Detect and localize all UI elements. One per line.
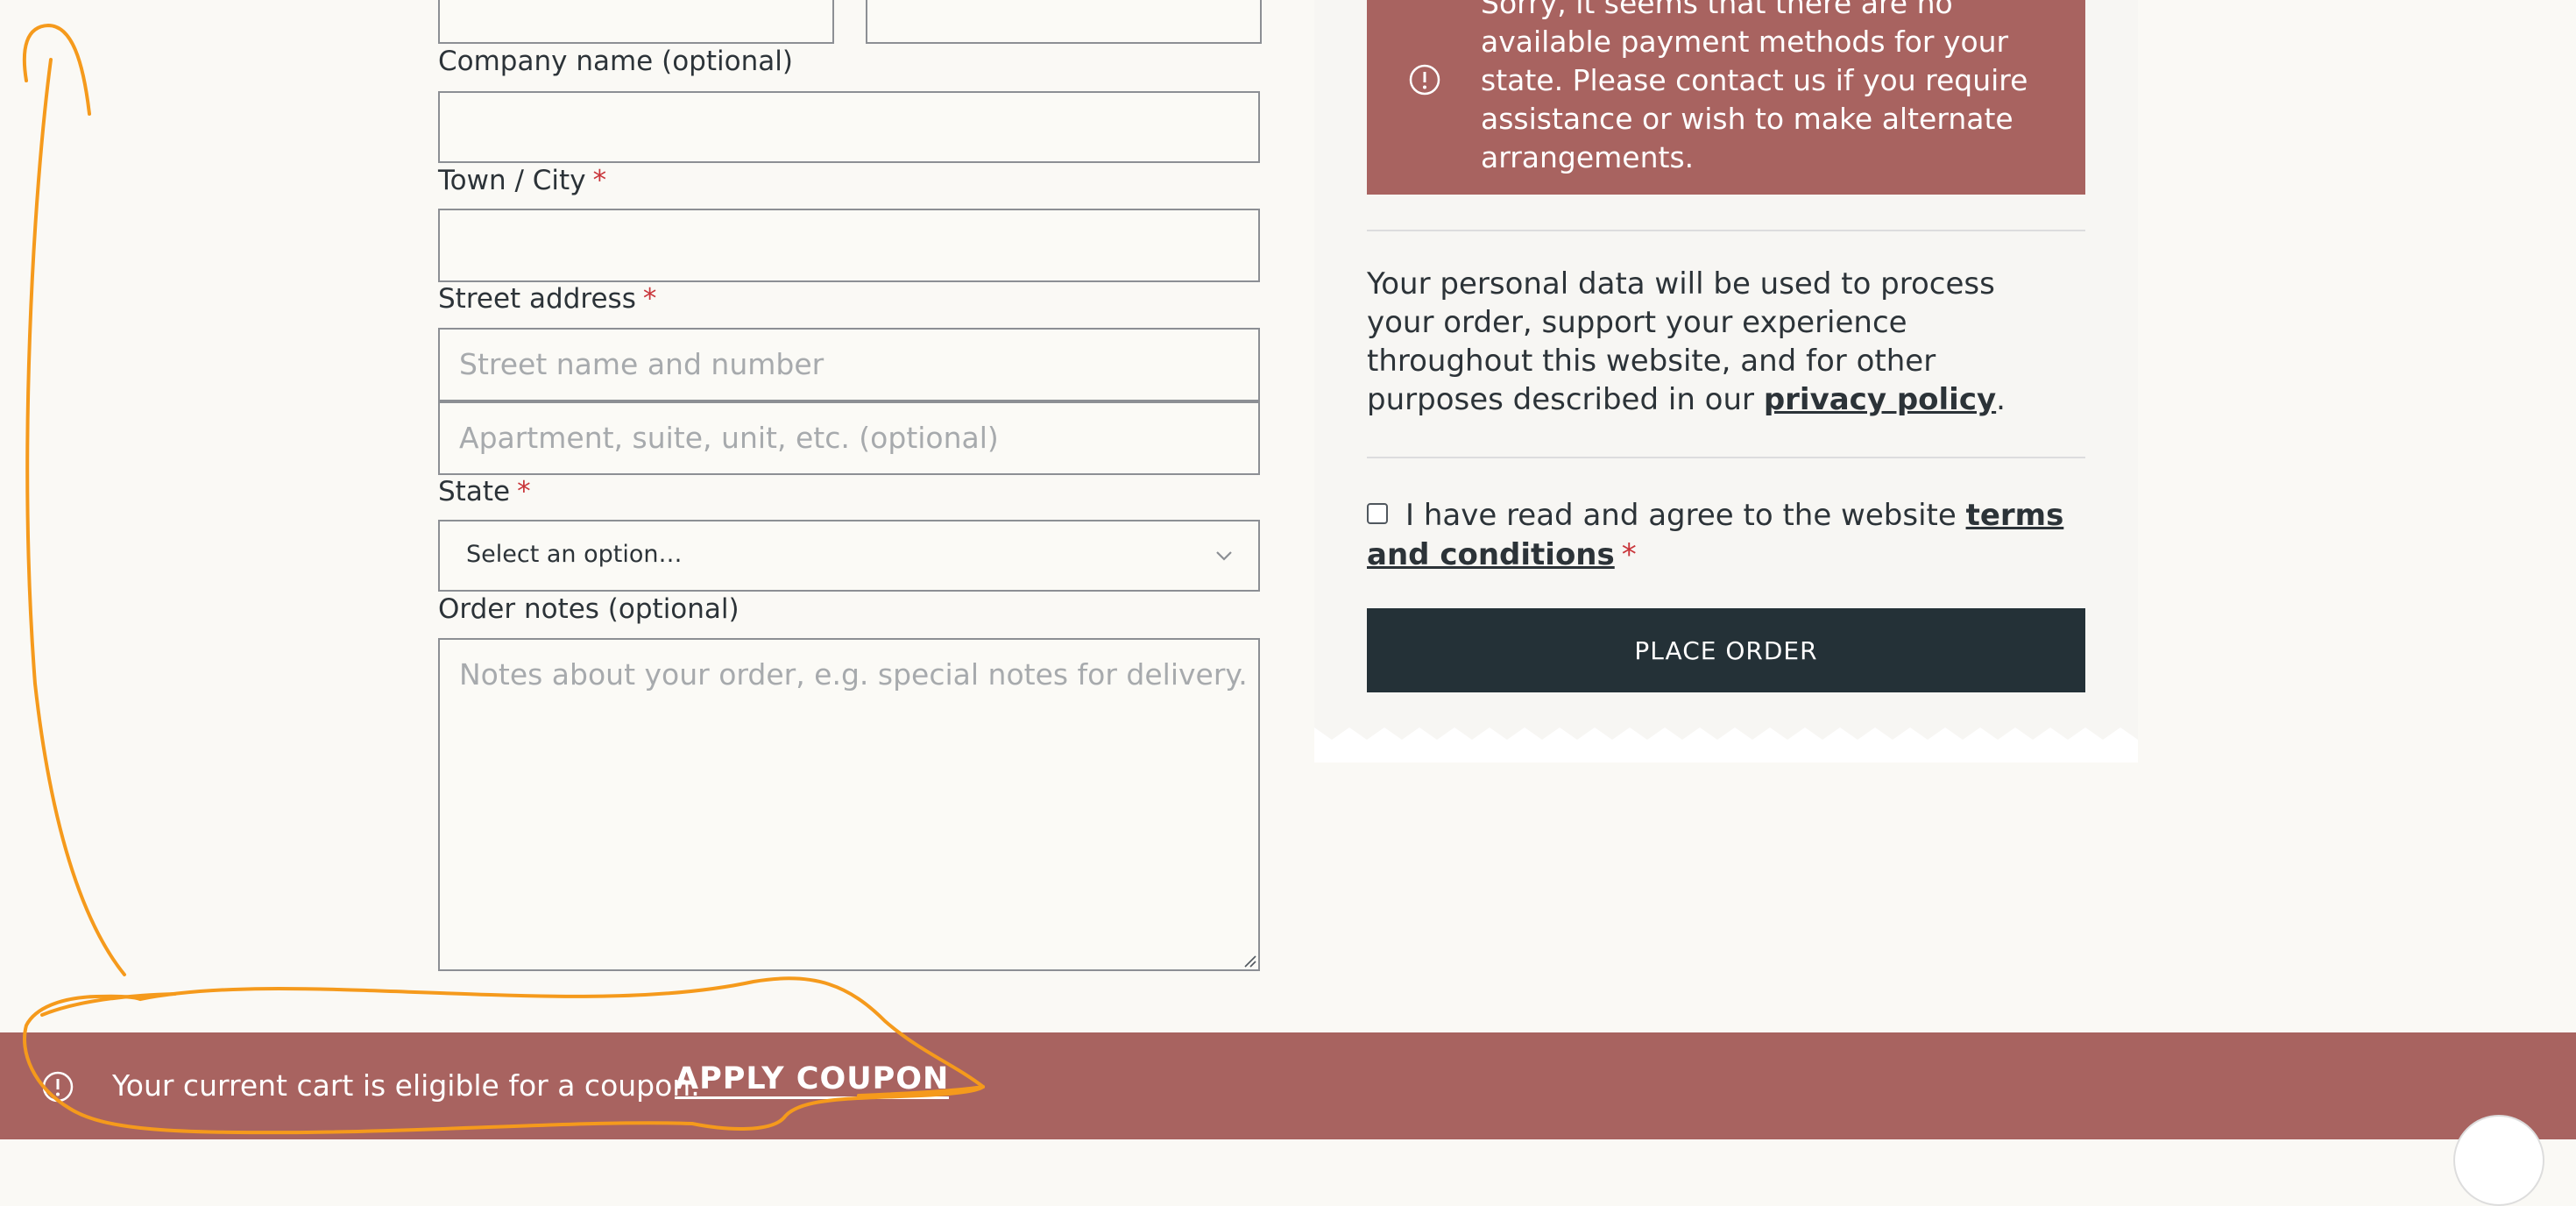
privacy-notice: Your personal data will be used to proce… [1367, 266, 2006, 417]
last-name-input[interactable] [866, 0, 1262, 44]
divider [1367, 457, 2085, 458]
state-label: State * [438, 476, 531, 507]
first-name-input[interactable] [438, 0, 834, 44]
coupon-notice-banner: Your current cart is eligible for a coup… [0, 1032, 2576, 1139]
place-order-button[interactable]: PLACE ORDER [1367, 608, 2085, 692]
exclamation-circle-icon [1409, 64, 1440, 96]
street-address-input[interactable]: Street name and number [438, 328, 1260, 401]
coupon-notice-text: Your current cart is eligible for a coup… [112, 1068, 700, 1103]
exclamation-circle-icon [42, 1071, 74, 1103]
required-marker: * [517, 476, 531, 507]
required-marker: * [1621, 537, 1637, 572]
apply-coupon-link[interactable]: APPLY COUPON [675, 1061, 950, 1099]
company-name-label: Company name (optional) [438, 46, 793, 77]
payment-error-alert: Sorry, it seems that there are no availa… [1367, 0, 2085, 195]
required-marker: * [642, 283, 657, 315]
order-notes-label: Order notes (optional) [438, 593, 740, 625]
privacy-policy-link[interactable]: privacy policy [1764, 382, 1996, 417]
order-notes-placeholder: Notes about your order, e.g. special not… [459, 657, 1248, 692]
receipt-zigzag-edge [1314, 727, 2138, 763]
town-city-label: Town / City * [438, 165, 607, 196]
state-select-value: Select an option… [466, 541, 683, 568]
divider [1367, 230, 2085, 231]
order-notes-textarea[interactable]: Notes about your order, e.g. special not… [438, 638, 1260, 971]
apartment-input[interactable]: Apartment, suite, unit, etc. (optional) [438, 401, 1260, 475]
hand-drawn-annotation [22, 24, 985, 1135]
required-marker: * [592, 165, 607, 196]
resize-handle-icon[interactable] [1242, 954, 1256, 968]
company-name-input[interactable] [438, 91, 1260, 163]
chevron-down-icon [1216, 551, 1232, 561]
floating-action-button[interactable] [2453, 1115, 2544, 1206]
street-placeholder: Street name and number [459, 347, 824, 381]
terms-label: I have read and agree to the website ter… [1367, 498, 2064, 572]
payment-error-text: Sorry, it seems that there are no availa… [1481, 0, 2028, 174]
street-address-label: Street address * [438, 283, 657, 315]
apartment-placeholder: Apartment, suite, unit, etc. (optional) [459, 421, 999, 455]
state-select[interactable]: Select an option… [438, 520, 1260, 592]
town-city-input[interactable] [438, 209, 1260, 282]
